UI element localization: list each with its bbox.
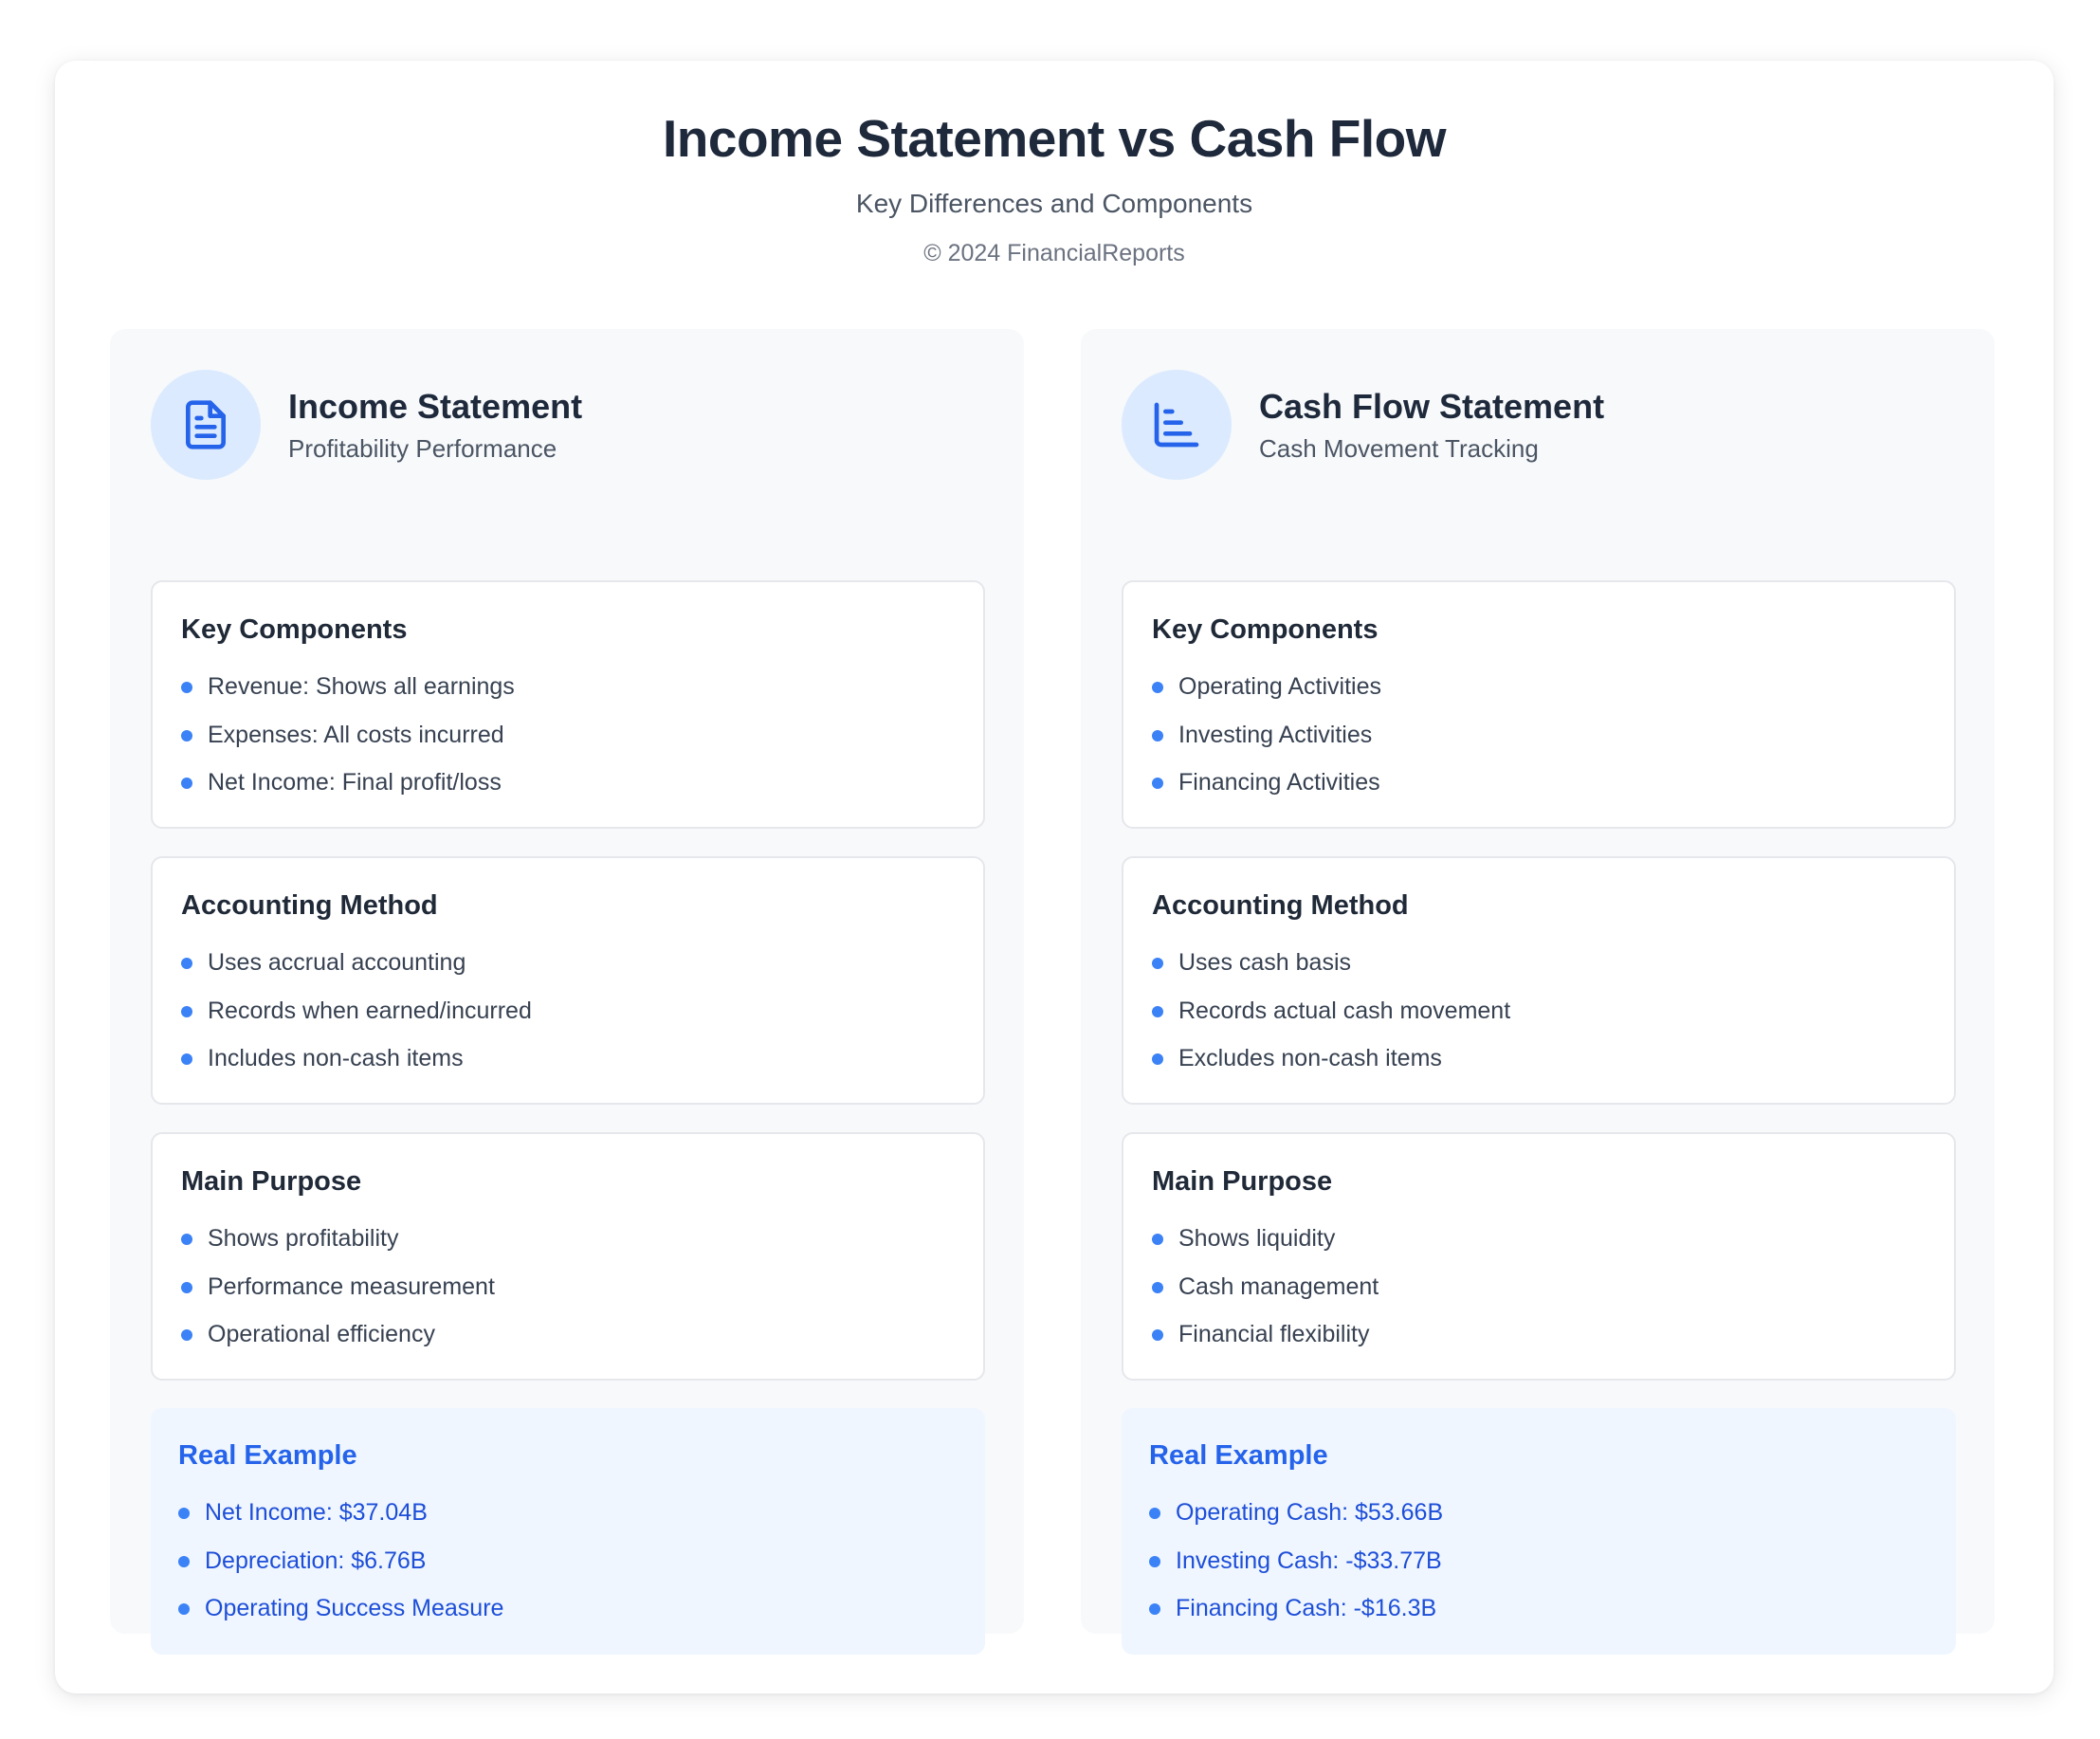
column-header: Cash Flow Statement Cash Movement Tracki… — [1122, 370, 1956, 480]
section-list: Shows liquidity Cash management Financia… — [1152, 1224, 1379, 1368]
list-item: Expenses: All costs incurred — [181, 721, 515, 769]
section-title: Key Components — [181, 614, 408, 645]
list-item: Records actual cash movement — [1152, 997, 1510, 1045]
section-title: Accounting Method — [1152, 890, 1409, 921]
cash-flow-column: Cash Flow Statement Cash Movement Tracki… — [1081, 329, 1995, 1655]
list-item: Uses accrual accounting — [181, 948, 532, 997]
list-item: Operating Activities — [1152, 672, 1381, 721]
section-list: Uses accrual accounting Records when ear… — [181, 948, 532, 1092]
accounting-method-section: Accounting Method Uses accrual accountin… — [151, 856, 985, 1105]
example-item: Operating Success Measure — [178, 1594, 503, 1642]
column-subtitle: Profitability Performance — [288, 434, 557, 463]
example-list: Operating Cash: $53.66B Investing Cash: … — [1149, 1498, 1443, 1642]
example-item: Investing Cash: -$33.77B — [1149, 1547, 1443, 1595]
list-item: Financial flexibility — [1152, 1320, 1379, 1368]
list-item: Shows profitability — [181, 1224, 495, 1272]
list-item: Net Income: Final profit/loss — [181, 768, 515, 816]
list-item: Performance measurement — [181, 1272, 495, 1321]
section-title: Accounting Method — [181, 890, 438, 921]
section-list: Revenue: Shows all earnings Expenses: Al… — [181, 672, 515, 816]
list-item: Revenue: Shows all earnings — [181, 672, 515, 721]
main-purpose-section: Main Purpose Shows liquidity Cash manage… — [1122, 1132, 1956, 1381]
real-example-section: Real Example Net Income: $37.04B Depreci… — [151, 1408, 985, 1655]
example-item: Operating Cash: $53.66B — [1149, 1498, 1443, 1547]
page-subtitle: Key Differences and Components — [855, 189, 1253, 218]
column-title: Cash Flow Statement — [1259, 387, 1605, 426]
copyright-text: © 2024 FinancialReports — [923, 240, 1185, 266]
example-list: Net Income: $37.04B Depreciation: $6.76B… — [178, 1498, 503, 1642]
section-title: Main Purpose — [1152, 1166, 1333, 1197]
section-title: Key Components — [1152, 614, 1379, 645]
column-header: Income Statement Profitability Performan… — [151, 370, 985, 480]
main-purpose-section: Main Purpose Shows profitability Perform… — [151, 1132, 985, 1381]
list-item: Operational efficiency — [181, 1320, 495, 1368]
section-list: Operating Activities Investing Activitie… — [1152, 672, 1381, 816]
section-list: Uses cash basis Records actual cash move… — [1152, 948, 1510, 1092]
example-item: Depreciation: $6.76B — [178, 1547, 503, 1595]
list-item: Excludes non-cash items — [1152, 1044, 1510, 1092]
example-item: Financing Cash: -$16.3B — [1149, 1594, 1443, 1642]
column-title: Income Statement — [288, 387, 583, 426]
key-components-section: Key Components Revenue: Shows all earnin… — [151, 580, 985, 829]
section-title: Main Purpose — [181, 1166, 362, 1197]
bar-chart-icon — [1122, 370, 1232, 480]
accounting-method-section: Accounting Method Uses cash basis Record… — [1122, 856, 1956, 1105]
comparison-card: Income Statement vs Cash Flow Key Differ… — [55, 61, 2054, 1693]
key-components-section: Key Components Operating Activities Inve… — [1122, 580, 1956, 829]
example-title: Real Example — [178, 1440, 357, 1471]
section-list: Shows profitability Performance measurem… — [181, 1224, 495, 1368]
example-item: Net Income: $37.04B — [178, 1498, 503, 1547]
column-subtitle: Cash Movement Tracking — [1259, 434, 1539, 463]
example-title: Real Example — [1149, 1440, 1328, 1471]
list-item: Cash management — [1152, 1272, 1379, 1321]
list-item: Records when earned/incurred — [181, 997, 532, 1045]
page-title: Income Statement vs Cash Flow — [663, 109, 1447, 168]
list-item: Includes non-cash items — [181, 1044, 532, 1092]
list-item: Shows liquidity — [1152, 1224, 1379, 1272]
real-example-section: Real Example Operating Cash: $53.66B Inv… — [1122, 1408, 1956, 1655]
list-item: Investing Activities — [1152, 721, 1381, 769]
income-statement-column: Income Statement Profitability Performan… — [110, 329, 1024, 1655]
document-icon — [151, 370, 261, 480]
list-item: Uses cash basis — [1152, 948, 1510, 997]
list-item: Financing Activities — [1152, 768, 1381, 816]
